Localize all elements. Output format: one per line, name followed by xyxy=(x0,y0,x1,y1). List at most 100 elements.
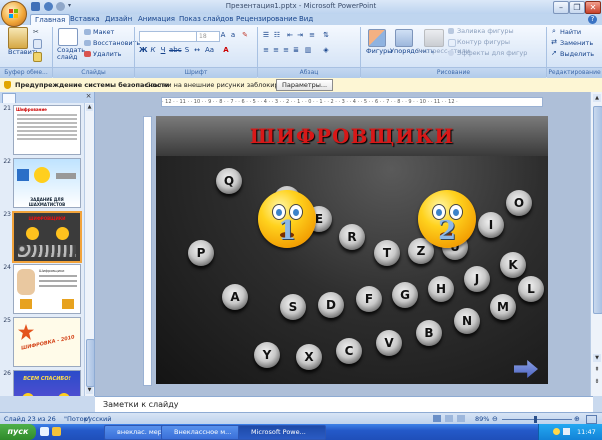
zoom-out-icon[interactable]: ⊖ xyxy=(492,415,498,423)
find-button[interactable]: Найти xyxy=(560,28,581,36)
start-button[interactable]: пуск xyxy=(0,424,36,440)
shrink-font-icon[interactable]: a xyxy=(229,31,237,39)
tab-slideshow[interactable]: Показ слайдов xyxy=(175,14,237,25)
taskbar-item-word[interactable]: Внеклассное м... xyxy=(161,425,249,440)
clear-format-icon[interactable]: ✎ xyxy=(241,31,249,39)
font-color-icon[interactable]: A xyxy=(222,46,230,54)
vertical-ruler[interactable] xyxy=(143,116,152,386)
increase-indent-icon[interactable]: ⇥ xyxy=(296,31,304,39)
slideshow-view-icon[interactable] xyxy=(457,415,465,422)
zoom-in-icon[interactable]: ⊕ xyxy=(574,415,580,423)
new-slide-icon[interactable] xyxy=(58,28,78,46)
numbering-icon[interactable]: ☷ xyxy=(273,31,281,39)
slide-title[interactable]: ШИФРОВЩИКИ xyxy=(156,124,548,148)
fill-icon[interactable] xyxy=(448,28,454,34)
italic-icon[interactable]: К xyxy=(149,46,157,54)
cut-icon[interactable]: ✂ xyxy=(33,28,41,36)
zoom-slider-track[interactable] xyxy=(502,419,572,420)
scroll-down-icon[interactable]: ▼ xyxy=(86,387,93,394)
close-pane-icon[interactable]: × xyxy=(84,92,93,102)
help-icon[interactable]: ? xyxy=(588,15,597,24)
undo-icon[interactable] xyxy=(44,2,53,11)
thumbnails-scrollbar[interactable]: ▲ ▼ xyxy=(84,103,95,396)
select-icon[interactable]: ➚ xyxy=(550,49,558,57)
decrease-indent-icon[interactable]: ⇤ xyxy=(286,31,294,39)
spacing-icon[interactable]: ↔ xyxy=(193,46,201,54)
underline-icon[interactable]: Ч xyxy=(159,46,167,54)
close-button[interactable]: ✕ xyxy=(585,1,601,14)
tab-outline-icon[interactable] xyxy=(17,93,29,102)
office-button[interactable] xyxy=(1,1,27,27)
tab-animation[interactable]: Анимация xyxy=(134,14,179,25)
select-button[interactable]: Выделить xyxy=(560,50,594,58)
justify-icon[interactable]: ≣ xyxy=(292,46,300,54)
previous-slide-icon[interactable]: ⇞ xyxy=(593,366,601,374)
thumbnail-slide-24[interactable]: Шифровщики xyxy=(13,264,81,314)
language-status[interactable]: русский xyxy=(84,415,112,423)
replace-icon[interactable]: ⇄ xyxy=(550,38,558,46)
align-center-icon[interactable]: ≡ xyxy=(272,46,280,54)
align-right-icon[interactable]: ≡ xyxy=(282,46,290,54)
qat-customize-icon[interactable]: ▾ xyxy=(68,2,74,11)
clock[interactable]: 11:47 xyxy=(577,428,596,436)
align-left-icon[interactable]: ≡ xyxy=(262,46,270,54)
fill-button[interactable]: Заливка фигуры xyxy=(457,27,514,35)
fit-to-window-icon[interactable] xyxy=(586,415,597,424)
layout-icon[interactable] xyxy=(84,29,91,35)
thumbnail-slide-26[interactable]: ВСЕМ СПАСИБО! xyxy=(13,370,81,396)
quick-launch-icon[interactable] xyxy=(52,427,61,436)
new-slide-button[interactable]: Создать слайд xyxy=(57,47,85,61)
effects-icon[interactable] xyxy=(448,50,454,56)
horizontal-ruler[interactable]: · 12 · · 11 · · 10 · · 9 · · 8 · · 7 · ·… xyxy=(161,97,543,107)
shadow-icon[interactable]: S xyxy=(183,46,191,54)
tray-icon[interactable] xyxy=(553,428,560,435)
strikethrough-icon[interactable]: abc xyxy=(169,46,182,54)
thumbnail-slide-21[interactable]: Шифрование xyxy=(13,105,81,155)
shapes-icon[interactable] xyxy=(368,29,386,47)
scroll-down-icon[interactable]: ▼ xyxy=(593,354,601,362)
grow-font-icon[interactable]: A xyxy=(219,31,227,39)
tab-review[interactable]: Рецензирование xyxy=(232,14,301,25)
layout-button[interactable]: Макет xyxy=(93,28,114,36)
security-options-button[interactable]: Параметры... xyxy=(276,79,334,91)
scroll-thumb[interactable] xyxy=(593,106,602,314)
notes-placeholder[interactable]: Заметки к слайду xyxy=(103,400,178,409)
font-name-combo[interactable] xyxy=(139,31,197,42)
tab-design[interactable]: Дизайн xyxy=(101,14,136,25)
tab-insert[interactable]: Вставка xyxy=(66,14,104,25)
change-case-icon[interactable]: Aa xyxy=(205,46,214,54)
columns-icon[interactable]: ▥ xyxy=(304,46,312,54)
text-direction-icon[interactable]: ⇅ xyxy=(322,31,330,39)
zoom-slider-thumb[interactable] xyxy=(534,416,537,423)
normal-view-icon[interactable] xyxy=(433,415,441,422)
scroll-up-icon[interactable]: ▲ xyxy=(593,94,601,102)
shapes-button[interactable]: Фигуры xyxy=(366,47,392,55)
paste-icon[interactable] xyxy=(8,27,28,49)
next-slide-icon[interactable]: ⇟ xyxy=(593,378,601,386)
slide-canvas[interactable]: Q W E R T Z U I O A S D F G H J K P Y X … xyxy=(156,116,548,384)
bullets-icon[interactable]: ☰ xyxy=(262,31,270,39)
redo-icon[interactable] xyxy=(56,2,65,11)
save-icon[interactable] xyxy=(31,2,40,11)
minimize-button[interactable]: – xyxy=(553,1,569,14)
quick-launch-icon[interactable] xyxy=(40,427,49,436)
sorter-view-icon[interactable] xyxy=(445,415,453,422)
font-size-combo[interactable]: 18 xyxy=(196,31,220,42)
copy-icon[interactable] xyxy=(33,39,42,49)
smartart-icon[interactable]: ◈ xyxy=(322,46,330,54)
thinking-smiley-left[interactable]: 1 xyxy=(258,190,316,248)
replace-button[interactable]: Заменить xyxy=(560,39,593,47)
taskbar-item-powerpoint[interactable]: Microsoft Powe... xyxy=(238,425,326,440)
line-spacing-icon[interactable]: ≡ xyxy=(308,31,316,39)
thumbnail-slide-25[interactable]: ШИФРОВКА - 2010 xyxy=(13,317,81,367)
outline-button[interactable]: Контур фигуры xyxy=(457,38,510,46)
thinking-smiley-right[interactable]: 2 xyxy=(418,190,476,248)
effects-button[interactable]: Эффекты для фигур xyxy=(457,49,527,57)
reset-icon[interactable] xyxy=(84,40,91,46)
scroll-thumb[interactable] xyxy=(86,339,95,387)
quick-styles-icon[interactable] xyxy=(424,29,444,47)
find-icon[interactable]: ⌕ xyxy=(550,27,558,35)
scroll-up-icon[interactable]: ▲ xyxy=(86,104,93,111)
speaker-icon[interactable] xyxy=(563,428,570,435)
outline-icon[interactable] xyxy=(448,39,456,47)
